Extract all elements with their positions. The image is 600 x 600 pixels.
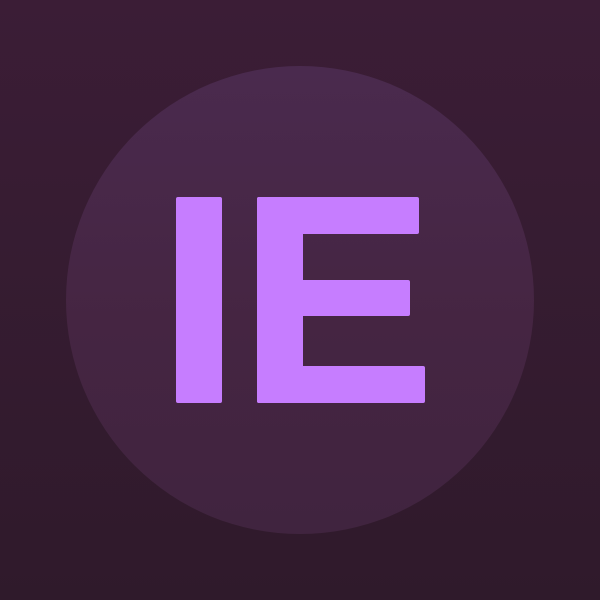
initial-letter-e: [257, 197, 425, 403]
avatar-canvas: IE: [0, 0, 600, 600]
avatar-initials: IE: [176, 197, 425, 403]
initial-letter-i: [176, 197, 222, 403]
